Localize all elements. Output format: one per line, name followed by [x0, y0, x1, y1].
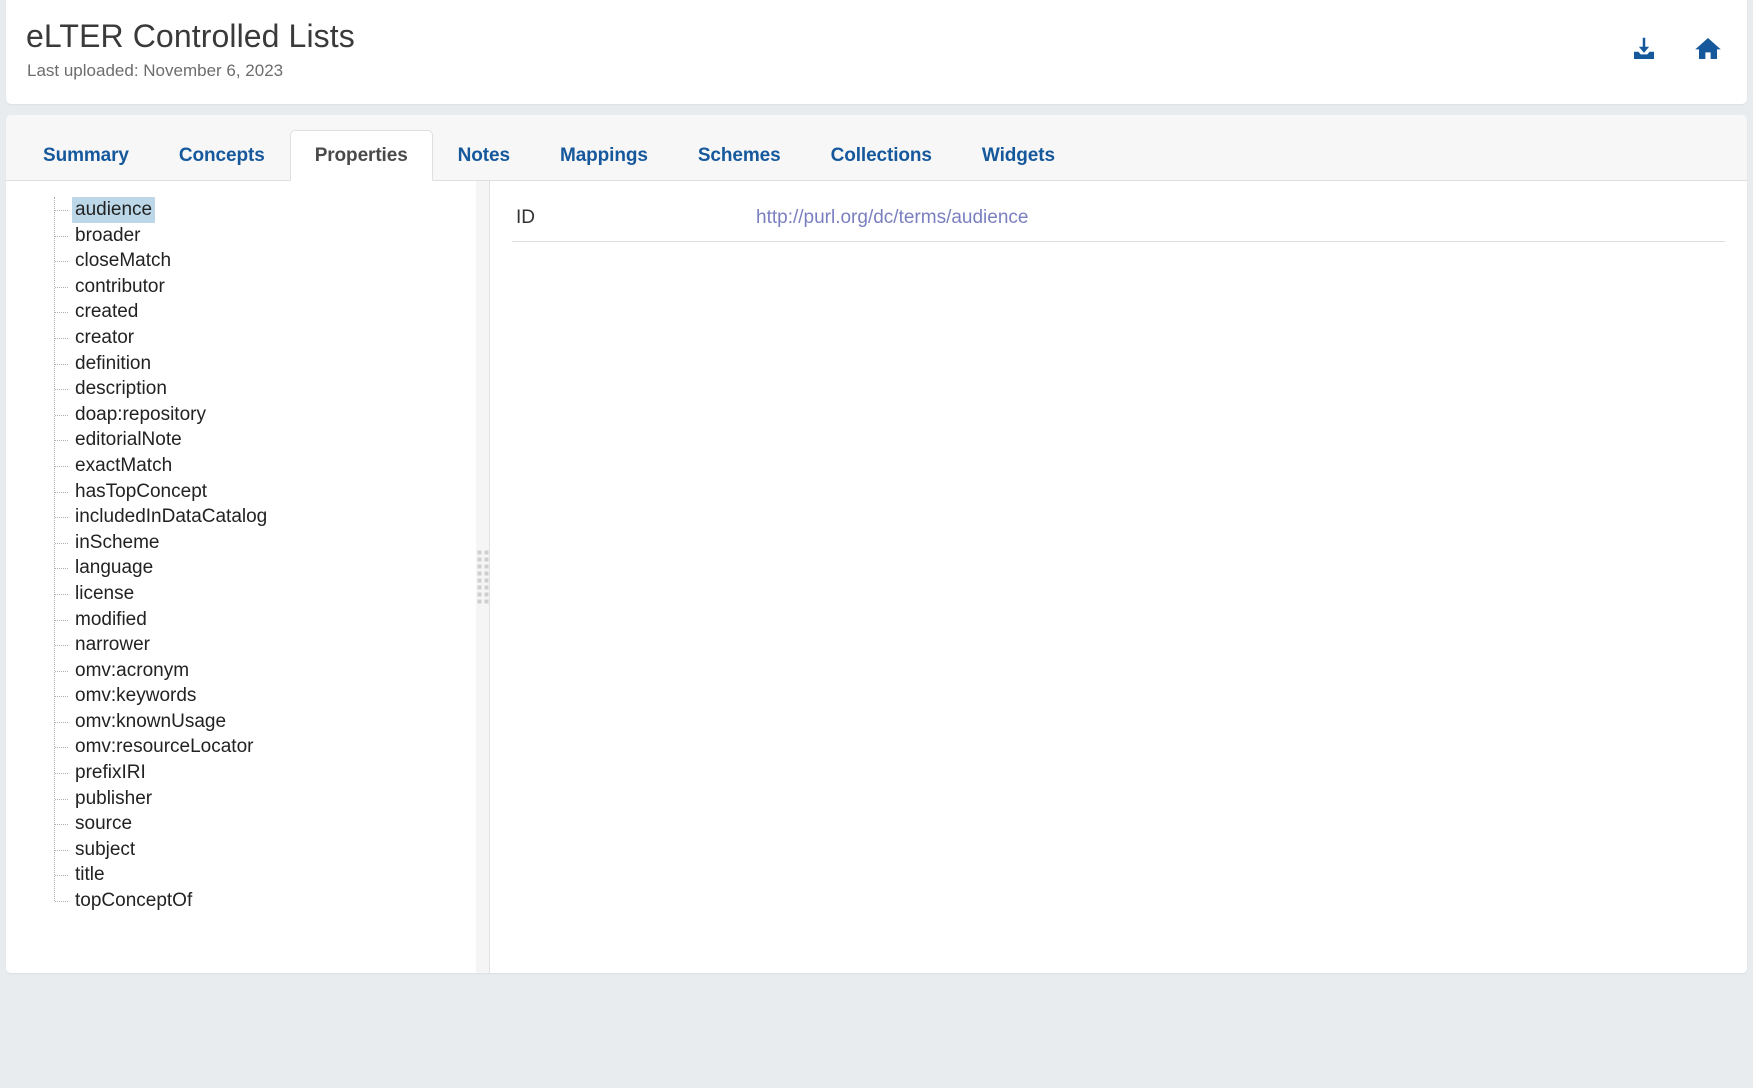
tree-item-label[interactable]: exactMatch: [72, 453, 175, 479]
tree-item-label[interactable]: omv:acronym: [72, 658, 192, 684]
tree-item[interactable]: includedInDataCatalog: [54, 504, 476, 530]
tree-item[interactable]: broader: [54, 223, 476, 249]
tree-item[interactable]: omv:knownUsage: [54, 709, 476, 735]
tree-item-label[interactable]: modified: [72, 607, 150, 633]
page-title: eLTER Controlled Lists: [26, 18, 355, 55]
tab-bar: Summary Concepts Properties Notes Mappin…: [6, 115, 1747, 181]
tree-item-label[interactable]: language: [72, 555, 156, 581]
tree-item[interactable]: description: [54, 376, 476, 402]
content-card: Summary Concepts Properties Notes Mappin…: [6, 115, 1747, 973]
tree-item-label[interactable]: narrower: [72, 632, 153, 658]
tree-item-label[interactable]: omv:resourceLocator: [72, 734, 256, 760]
tree-item-label[interactable]: creator: [72, 325, 137, 351]
tree-item-label[interactable]: subject: [72, 837, 138, 863]
tree-item-label[interactable]: created: [72, 299, 141, 325]
detail-key: ID: [512, 197, 752, 242]
detail-value-link[interactable]: http://purl.org/dc/terms/audience: [756, 207, 1028, 228]
tree-item-label[interactable]: topConceptOf: [72, 888, 195, 914]
detail-value: http://purl.org/dc/terms/audience: [752, 197, 1725, 242]
tree-item-label[interactable]: omv:knownUsage: [72, 709, 229, 735]
split-panes: audiencebroadercloseMatchcontributorcrea…: [6, 181, 1747, 973]
tree-item-label[interactable]: publisher: [72, 786, 155, 812]
tree-item[interactable]: source: [54, 811, 476, 837]
header-actions: [1627, 32, 1725, 66]
tab-collections[interactable]: Collections: [806, 130, 957, 181]
tree-item[interactable]: modified: [54, 607, 476, 633]
tab-summary[interactable]: Summary: [18, 130, 154, 181]
tree-item-label[interactable]: title: [72, 862, 108, 888]
tree-item[interactable]: omv:acronym: [54, 658, 476, 684]
download-button[interactable]: [1627, 32, 1661, 66]
home-button[interactable]: [1691, 32, 1725, 66]
tree-item[interactable]: doap:repository: [54, 402, 476, 428]
tree-item-label[interactable]: prefixIRI: [72, 760, 149, 786]
tree-item-label[interactable]: definition: [72, 351, 154, 377]
tab-mappings[interactable]: Mappings: [535, 130, 673, 181]
tree-item[interactable]: omv:resourceLocator: [54, 734, 476, 760]
tree-item[interactable]: prefixIRI: [54, 760, 476, 786]
property-detail-table: IDhttp://purl.org/dc/terms/audience: [512, 197, 1725, 242]
tree-item[interactable]: created: [54, 299, 476, 325]
tree-item[interactable]: subject: [54, 837, 476, 863]
pane-splitter[interactable]: [476, 181, 490, 973]
tab-schemes[interactable]: Schemes: [673, 130, 806, 181]
tree-item[interactable]: hasTopConcept: [54, 479, 476, 505]
tab-properties[interactable]: Properties: [290, 130, 433, 181]
tree-item-label[interactable]: inScheme: [72, 530, 163, 556]
tree-item[interactable]: language: [54, 555, 476, 581]
download-icon: [1629, 34, 1659, 64]
tree-item[interactable]: narrower: [54, 632, 476, 658]
tree-item-label[interactable]: broader: [72, 223, 144, 249]
tree-item-label[interactable]: license: [72, 581, 137, 607]
tree-item-label[interactable]: contributor: [72, 274, 168, 300]
tree-item[interactable]: omv:keywords: [54, 683, 476, 709]
tree-item-label[interactable]: description: [72, 376, 170, 402]
detail-row: IDhttp://purl.org/dc/terms/audience: [512, 197, 1725, 242]
tree-item[interactable]: creator: [54, 325, 476, 351]
tab-notes[interactable]: Notes: [433, 130, 535, 181]
properties-tree: audiencebroadercloseMatchcontributorcrea…: [54, 197, 476, 914]
tree-item[interactable]: inScheme: [54, 530, 476, 556]
tree-item-label[interactable]: audience: [72, 197, 155, 223]
tree-item-label[interactable]: doap:repository: [72, 402, 209, 428]
tree-item[interactable]: topConceptOf: [54, 888, 476, 914]
tree-item[interactable]: license: [54, 581, 476, 607]
tree-item[interactable]: definition: [54, 351, 476, 377]
tree-item-label[interactable]: editorialNote: [72, 427, 185, 453]
tree-item-label[interactable]: hasTopConcept: [72, 479, 210, 505]
tree-item[interactable]: title: [54, 862, 476, 888]
tree-item[interactable]: closeMatch: [54, 248, 476, 274]
home-icon: [1693, 34, 1723, 64]
properties-tree-pane: audiencebroadercloseMatchcontributorcrea…: [6, 181, 476, 973]
tree-item[interactable]: editorialNote: [54, 427, 476, 453]
tree-item-label[interactable]: includedInDataCatalog: [72, 504, 270, 530]
tree-item-label[interactable]: source: [72, 811, 135, 837]
property-detail-pane: IDhttp://purl.org/dc/terms/audience: [490, 181, 1747, 973]
splitter-grip-icon: [477, 551, 488, 604]
tab-concepts[interactable]: Concepts: [154, 130, 290, 181]
tree-item[interactable]: contributor: [54, 274, 476, 300]
header-card: eLTER Controlled Lists Last uploaded: No…: [6, 0, 1747, 104]
tree-item[interactable]: exactMatch: [54, 453, 476, 479]
tab-widgets[interactable]: Widgets: [957, 130, 1080, 181]
tree-item[interactable]: publisher: [54, 786, 476, 812]
tree-item[interactable]: audience: [54, 197, 476, 223]
last-uploaded-text: Last uploaded: November 6, 2023: [27, 61, 283, 81]
tree-item-label[interactable]: omv:keywords: [72, 683, 199, 709]
app-page: eLTER Controlled Lists Last uploaded: No…: [0, 0, 1753, 1088]
tree-item-label[interactable]: closeMatch: [72, 248, 174, 274]
